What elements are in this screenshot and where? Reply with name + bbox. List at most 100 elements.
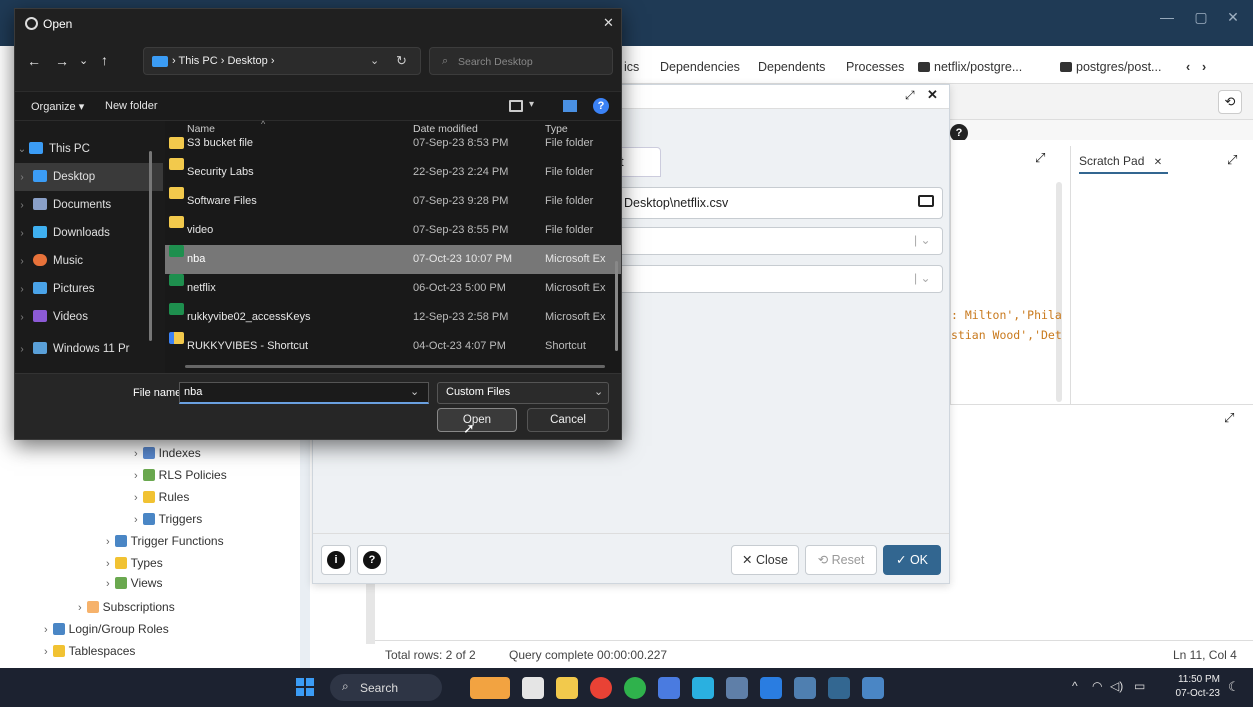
tree-item-subscriptions[interactable]: › Subscriptions [78, 598, 175, 616]
file-row[interactable]: RUKKYVIBES - Shortcut 04-Oct-23 4:07 PM … [165, 332, 621, 361]
tab-scratch-pad[interactable]: Scratch Pad ✕ [1079, 148, 1169, 174]
file-explorer-icon[interactable] [556, 677, 578, 699]
maximize-icon[interactable]: ▢ [1184, 0, 1218, 34]
task-view-icon[interactable] [522, 677, 544, 699]
preview-pane-icon[interactable] [563, 100, 577, 112]
nav-item-music[interactable]: › Music [15, 247, 163, 275]
tab-query-postgres[interactable]: postgres/post... [1060, 52, 1161, 82]
refresh-icon[interactable]: ⟲ [1218, 90, 1242, 114]
nav-scrollbar[interactable] [149, 151, 152, 341]
tree-item-indexes[interactable]: › Indexes [134, 444, 201, 462]
file-name-input[interactable]: nba ⌄ [179, 382, 429, 404]
file-row-selected[interactable]: nba 07-Oct-23 10:07 PM Microsoft Ex [165, 245, 621, 274]
pgadmin-icon[interactable] [828, 677, 850, 699]
back-arrow-icon[interactable]: ← [27, 53, 41, 69]
tab-dependents[interactable]: Dependents [758, 52, 825, 82]
close-window-icon[interactable]: ✕ [1216, 0, 1250, 34]
help-button[interactable]: ? [357, 545, 387, 575]
chevron-down-icon[interactable]: ⌄ [410, 385, 419, 398]
tree-item-types[interactable]: › Types [106, 554, 163, 572]
nav-item-this-pc[interactable]: ⌄ This PC [15, 135, 163, 163]
address-bar[interactable]: › This PC › Desktop › ⌄ ↻ [143, 47, 421, 75]
nav-item-pictures[interactable]: › Pictures [15, 275, 163, 303]
tree-item-trigger-functions[interactable]: › Trigger Functions [106, 532, 224, 550]
refresh-icon[interactable]: ↻ [396, 53, 407, 69]
tree-item-tablespaces[interactable]: › Tablespaces [44, 642, 135, 660]
file-row[interactable]: video 07-Sep-23 8:55 PM File folder [165, 216, 621, 245]
minimize-icon[interactable]: — [1150, 0, 1184, 34]
forward-arrow-icon[interactable]: → [55, 53, 69, 69]
tab-query-netflix[interactable]: netflix/postgre... [918, 52, 1022, 82]
ok-button[interactable]: ✓ OK [883, 545, 941, 575]
new-folder-button[interactable]: New folder [105, 100, 158, 112]
tab-processes[interactable]: Processes [846, 52, 904, 82]
whatsapp-icon[interactable] [624, 677, 646, 699]
folder-browse-icon[interactable] [918, 195, 934, 207]
file-type-select[interactable]: Custom Files ⌄ [437, 382, 609, 404]
file-row[interactable]: Software Files 07-Sep-23 9:28 PM File fo… [165, 187, 621, 216]
file-row[interactable]: S3 bucket file 07-Sep-23 8:53 PM File fo… [165, 131, 621, 155]
xampp-icon[interactable] [658, 677, 680, 699]
chrome-icon[interactable] [590, 677, 612, 699]
file-row[interactable]: rukkyvibe02_accessKeys 12-Sep-23 2:58 PM… [165, 303, 621, 332]
scratch-pad-panel[interactable]: Scratch Pad ✕ ⤢ [1070, 146, 1253, 406]
address-dropdown-icon[interactable]: ⌄ [370, 54, 379, 67]
up-arrow-icon[interactable]: ↑ [101, 52, 108, 68]
notification-icon[interactable]: ☾ [1228, 679, 1240, 695]
maximize-dialog-icon[interactable]: ⤢ [905, 88, 915, 103]
folder-icon [169, 137, 184, 149]
tree-item-triggers[interactable]: › Triggers [134, 510, 202, 528]
nav-item-windows-drive[interactable]: › Windows 11 Pr [15, 335, 163, 363]
nav-item-videos[interactable]: › Videos [15, 303, 163, 331]
tree-item-login-roles[interactable]: › Login/Group Roles [44, 620, 169, 638]
battery-icon[interactable]: ▭ [1134, 679, 1145, 693]
file-row[interactable]: netflix 06-Oct-23 5:00 PM Microsoft Ex [165, 274, 621, 303]
nav-item-downloads[interactable]: › Downloads [15, 219, 163, 247]
close-button[interactable]: ✕ Close [731, 545, 799, 575]
reset-button[interactable]: ⟲ Reset [805, 545, 877, 575]
help-icon[interactable]: ? [593, 98, 609, 114]
wifi-icon[interactable]: ◠ [1092, 679, 1102, 693]
tab-scroll-left-icon[interactable]: ‹ [1186, 52, 1190, 82]
close-tab-icon[interactable]: ✕ [1154, 157, 1162, 168]
editor-scrollbar[interactable] [1056, 182, 1062, 402]
info-button[interactable]: i [321, 545, 351, 575]
windows-start-icon[interactable] [296, 678, 314, 696]
expand-scratch-icon[interactable]: ⤢ [1227, 152, 1237, 168]
close-dialog-icon[interactable]: ✕ [927, 87, 938, 103]
tree-item-rls-policies[interactable]: › RLS Policies [134, 466, 227, 484]
vscode-icon[interactable] [760, 677, 782, 699]
file-row[interactable]: Security Labs 22-Sep-23 2:24 PM File fol… [165, 158, 621, 187]
search-box[interactable]: ⌕ Search Desktop [429, 47, 613, 75]
tree-item-views[interactable]: › Views [106, 574, 162, 592]
list-scrollbar[interactable] [615, 261, 618, 351]
format-select[interactable]: | ⌄ [613, 227, 943, 255]
app-icon[interactable] [692, 677, 714, 699]
filename-input[interactable]: Desktop\netflix.csv [613, 187, 943, 219]
tree-item-rules[interactable]: › Rules [134, 488, 189, 506]
taskbar-search[interactable]: ⌕ Search [330, 674, 442, 701]
tab-statistics[interactable]: ics [624, 52, 639, 82]
view-options-icon[interactable] [509, 100, 523, 112]
chevron-down-icon[interactable]: ▾ [529, 99, 534, 110]
cancel-button[interactable]: Cancel [527, 408, 609, 432]
tab-dependencies[interactable]: Dependencies [660, 52, 740, 82]
network-app-icon[interactable] [726, 677, 748, 699]
notes-icon[interactable] [862, 677, 884, 699]
expand-results-icon[interactable]: ⤢ [1224, 410, 1234, 426]
recent-chevron-icon[interactable]: ⌄ [79, 54, 88, 67]
tray-chevron-icon[interactable]: ^ [1072, 679, 1078, 693]
notepad-icon[interactable] [794, 677, 816, 699]
clock[interactable]: 11:50 PM 07-Oct-23 [1166, 673, 1220, 701]
widgets-icon[interactable] [470, 677, 510, 699]
close-dialog-icon[interactable]: ✕ [603, 15, 614, 31]
tab-scroll-right-icon[interactable]: › [1202, 52, 1206, 82]
horizontal-scrollbar[interactable] [185, 365, 605, 368]
volume-icon[interactable]: ◁) [1110, 679, 1123, 693]
nav-item-desktop[interactable]: › Desktop [15, 163, 163, 191]
expand-editor-icon[interactable]: ⤢ [1035, 150, 1045, 166]
nav-item-documents[interactable]: › Documents [15, 191, 163, 219]
open-button[interactable]: Open [437, 408, 517, 432]
organize-button[interactable]: Organize ▾ [31, 100, 84, 113]
encoding-select[interactable]: | ⌄ [613, 265, 943, 293]
